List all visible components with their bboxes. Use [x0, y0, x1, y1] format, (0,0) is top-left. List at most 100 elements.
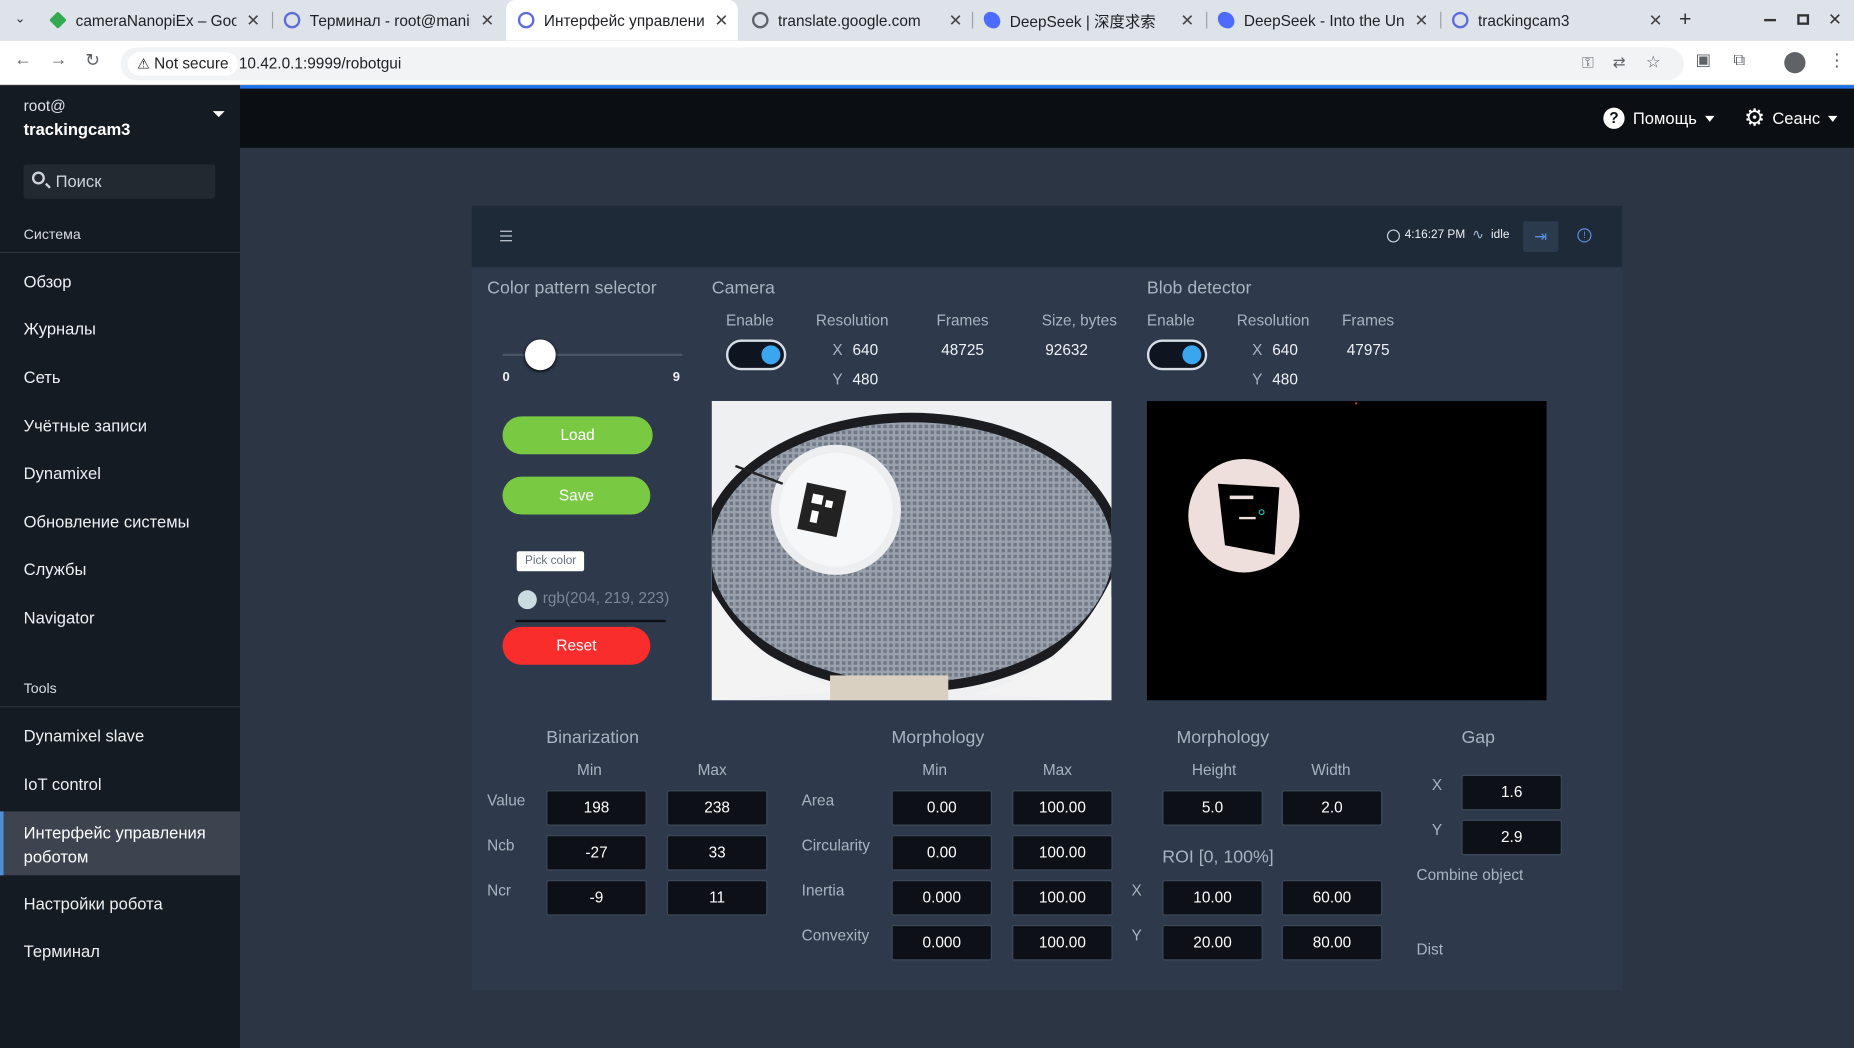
browser-tab[interactable]: cameraNanopiEx – Goo ✕	[38, 0, 270, 40]
forward-icon[interactable]: →	[50, 50, 68, 70]
menu-dots-icon[interactable]: ⋮	[1828, 50, 1846, 71]
color-swatch[interactable]	[517, 590, 537, 610]
browser-tab[interactable]: DeepSeek | 深度求索 ✕	[972, 0, 1204, 40]
sidebar-item-services[interactable]: Службы	[24, 559, 87, 578]
sidebar-search-input[interactable]: Поиск	[23, 164, 216, 199]
restore-window-icon[interactable]	[1797, 14, 1810, 25]
close-tab-icon[interactable]: ✕	[1180, 11, 1194, 31]
roi-x-max-input[interactable]: 60.00	[1281, 880, 1383, 916]
roi-y-max-input[interactable]: 80.00	[1281, 924, 1383, 961]
sidebar-item-system-update[interactable]: Обновление системы	[24, 512, 190, 531]
binarization-title: Binarization	[546, 727, 639, 748]
puzzle-icon[interactable]: ⧉	[1733, 50, 1745, 70]
sidebar-item-robot-settings[interactable]: Настройки робота	[24, 894, 163, 913]
ncb-max-input[interactable]: 33	[666, 835, 768, 871]
extension-icon[interactable]: ▣	[1696, 50, 1712, 70]
save-button[interactable]: Save	[502, 476, 651, 515]
minimize-window-icon[interactable]	[1764, 18, 1776, 22]
logout-button[interactable]: ⇥	[1522, 221, 1559, 252]
panel-time: 4:16:27 PM	[1404, 228, 1466, 242]
star-icon[interactable]: ☆	[1646, 52, 1661, 72]
ncr-min-input[interactable]: -9	[546, 880, 647, 916]
hamburger-menu-icon[interactable]	[500, 230, 512, 242]
close-tab-icon[interactable]: ✕	[480, 11, 494, 31]
convexity-min-input[interactable]: 0.000	[891, 924, 993, 961]
close-tab-icon[interactable]: ✕	[714, 11, 728, 31]
sidebar-item-dynamixel[interactable]: Dynamixel	[24, 464, 101, 483]
sidebar-item-iot-control[interactable]: IoT control	[24, 775, 102, 794]
deepseek-icon	[983, 11, 1001, 29]
new-tab-button[interactable]: +	[1679, 7, 1691, 32]
sidebar-item-navigator[interactable]: Navigator	[24, 608, 95, 627]
cockpit-icon	[1451, 11, 1469, 29]
color-value-input[interactable]: rgb(204, 219, 223)	[543, 589, 669, 607]
roi-y-min-input[interactable]: 20.00	[1162, 924, 1263, 961]
area-min-input[interactable]: 0.00	[891, 790, 993, 826]
load-button[interactable]: Load	[502, 416, 653, 455]
section-system: Система	[23, 225, 81, 243]
not-secure-label: Not secure	[154, 54, 229, 73]
circularity-max-input[interactable]: 100.00	[1012, 835, 1113, 871]
browser-tab[interactable]: trackingcam3 ✕	[1440, 0, 1672, 40]
ncr-max-input[interactable]: 11	[666, 880, 768, 916]
close-window-icon[interactable]: ✕	[1828, 9, 1842, 29]
area-max-input[interactable]: 100.00	[1012, 790, 1113, 826]
section-tools: Tools	[23, 680, 57, 697]
kernel-height-input[interactable]: 5.0	[1162, 790, 1263, 826]
value-min-input[interactable]: 198	[546, 790, 647, 826]
gap-x-label: X	[1431, 775, 1443, 794]
address-bar[interactable]: ⚠ Not secure 10.42.0.1:9999/robotgui ⚿ ⇄…	[120, 47, 1684, 81]
roi-x-label: X	[1131, 881, 1142, 899]
pattern-slider[interactable]	[502, 339, 683, 371]
browser-tab-active[interactable]: Интерфейс управлени ✕	[506, 0, 738, 41]
roi-x-min-input[interactable]: 10.00	[1162, 880, 1263, 916]
sidebar-item-network[interactable]: Сеть	[24, 368, 61, 387]
close-tab-icon[interactable]: ✕	[1649, 11, 1663, 31]
camera-res-y-label: Y	[832, 370, 843, 388]
reload-icon[interactable]: ↻	[85, 50, 100, 71]
value-max-input[interactable]: 238	[666, 790, 768, 826]
sidebar-item-dynamixel-slave[interactable]: Dynamixel slave	[24, 726, 145, 745]
slider-thumb[interactable]	[524, 339, 556, 371]
info-icon[interactable]: !	[1577, 228, 1592, 243]
convexity-max-input[interactable]: 100.00	[1012, 924, 1113, 961]
help-label: Помощь	[1632, 108, 1697, 128]
close-tab-icon[interactable]: ✕	[949, 11, 963, 31]
sidebar-item-logs[interactable]: Журналы	[24, 319, 96, 338]
sidebar-item-accounts[interactable]: Учётные записи	[24, 416, 147, 435]
session-menu[interactable]: ⚙ Сеанс	[1744, 106, 1838, 130]
help-menu[interactable]: ? Помощь	[1603, 107, 1715, 129]
browser-tab[interactable]: DeepSeek - Into the Unk ✕	[1206, 0, 1438, 40]
not-secure-badge[interactable]: ⚠ Not secure	[127, 52, 238, 76]
key-icon[interactable]: ⚿	[1582, 53, 1594, 72]
back-icon[interactable]: ←	[14, 50, 32, 70]
host-name[interactable]: trackingcam3	[24, 119, 131, 138]
sidebar-item-overview[interactable]: Обзор	[24, 272, 72, 291]
gap-y-input[interactable]: 2.9	[1461, 819, 1562, 856]
camera-enable-toggle[interactable]	[725, 339, 787, 371]
blob-enable-toggle[interactable]	[1146, 339, 1208, 371]
url-text[interactable]: 10.42.0.1:9999/robotgui	[239, 54, 401, 72]
close-tab-icon[interactable]: ✕	[1414, 11, 1428, 31]
tab-search-button[interactable]: ⌄	[9, 11, 30, 30]
inertia-min-input[interactable]: 0.000	[891, 880, 993, 916]
deepseek-icon	[1217, 11, 1235, 29]
reset-button[interactable]: Reset	[502, 626, 651, 665]
close-tab-icon[interactable]: ✕	[246, 11, 260, 31]
inertia-max-input[interactable]: 100.00	[1012, 880, 1113, 916]
user-name[interactable]: root@	[24, 97, 66, 115]
tab-title: DeepSeek - Into the Unk	[1243, 11, 1405, 29]
sidebar-item-terminal[interactable]: Терминал	[24, 942, 100, 961]
translate-icon[interactable]: ⇄	[1613, 53, 1626, 72]
circularity-min-input[interactable]: 0.00	[891, 835, 993, 871]
ncb-min-input[interactable]: -27	[546, 835, 647, 871]
sidebar-item-robot-interface[interactable]: Интерфейс управления роботом	[0, 811, 241, 876]
browser-tab[interactable]: Терминал - root@manip ✕	[272, 0, 504, 40]
profile-avatar[interactable]	[1784, 52, 1806, 74]
kernel-width-input[interactable]: 2.0	[1281, 790, 1383, 826]
morphology-row-label: Convexity	[801, 926, 870, 944]
browser-tab[interactable]: translate.google.com ✕	[740, 0, 972, 40]
gap-x-input[interactable]: 1.6	[1461, 774, 1562, 811]
binarization-max-header: Max	[697, 760, 727, 779]
host-dropdown-icon[interactable]	[212, 111, 225, 118]
